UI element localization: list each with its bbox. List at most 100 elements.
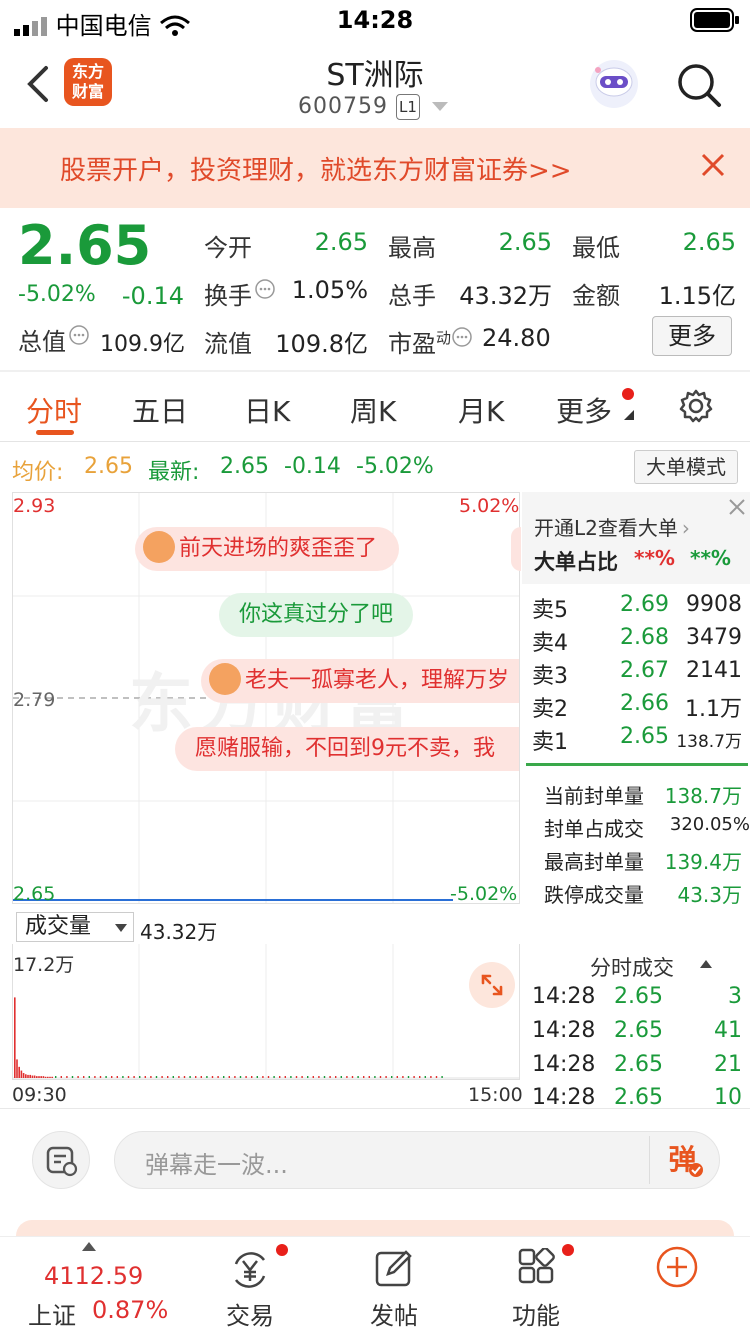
indicator-select[interactable]: 成交量	[16, 912, 134, 942]
volume-bar	[161, 1076, 163, 1078]
plus-circle-icon	[656, 1246, 698, 1288]
volume-bar	[206, 1076, 208, 1078]
comment-bar: 弹幕走一波... 弹	[0, 1108, 750, 1208]
volume-bar	[407, 1076, 410, 1078]
ticks-title[interactable]: 分时成交	[590, 952, 674, 982]
tab-intraday[interactable]: 分时	[26, 390, 82, 430]
volume-header: 成交量 43.32万	[12, 908, 520, 944]
volume-bar	[51, 1076, 53, 1078]
y-axis-top: 2.93	[13, 495, 56, 517]
expand-button[interactable]	[469, 962, 515, 1008]
volume-bar	[155, 1076, 158, 1078]
volume-bar	[167, 1076, 169, 1078]
info-icon[interactable]	[451, 326, 473, 348]
volume-bar	[29, 1074, 31, 1078]
chevron-up-icon[interactable]	[700, 960, 712, 968]
volume-bar	[273, 1076, 275, 1078]
volume-bar	[251, 1076, 253, 1078]
volume-bar	[14, 997, 16, 1078]
low-value: 2.65	[682, 228, 736, 256]
x-axis-end: 15:00	[468, 1084, 523, 1106]
banner-text[interactable]: 股票开户，投资理财，就选东方财富证券>>	[60, 150, 572, 187]
period-tabs: 分时 五日 日K 周K 月K 更多	[0, 372, 750, 442]
volume-bar	[323, 1076, 326, 1078]
intraday-chart[interactable]: 东方财富 2.93 5.02% 2.79 2.65 -5.02% 前天进场的爽歪…	[12, 492, 521, 905]
seal-stat-row: 最高封单量 139.4万	[544, 850, 742, 874]
ask-bid-divider	[526, 763, 748, 766]
danmu-bubble[interactable]: 你这真过分了吧	[219, 593, 414, 637]
last-price: 2.65	[18, 214, 152, 277]
danmu-bubble[interactable]: 前天进场的爽歪歪了	[135, 527, 400, 571]
volume-bar	[267, 1076, 270, 1078]
nav-features[interactable]: 功能	[496, 1242, 576, 1332]
tab-week-k[interactable]: 周K	[350, 390, 396, 430]
volume-bar	[295, 1076, 298, 1078]
volume-bar	[363, 1076, 365, 1078]
chevron-down-icon[interactable]	[432, 102, 448, 112]
change-value: -0.14	[121, 282, 184, 310]
big-ratio-red: **%	[634, 546, 675, 570]
ask-row: 卖1 2.65 138.7万	[532, 724, 742, 755]
open-value: 2.65	[314, 228, 368, 256]
tick-row: 14:28 2.65 21	[532, 1052, 742, 1077]
l2-link[interactable]: 开通L2查看大单 ›	[534, 512, 690, 541]
volume-bar	[189, 1076, 191, 1078]
tab-five-day[interactable]: 五日	[132, 390, 188, 430]
close-icon[interactable]	[728, 498, 746, 516]
y-axis-top-pct: 5.02%	[459, 495, 520, 517]
danmu-input[interactable]: 弹幕走一波... 弹	[114, 1131, 720, 1189]
add-watchlist-button[interactable]	[654, 1244, 704, 1294]
danmu-bubble[interactable]: 愿赌服输，不回到9元不卖，我	[175, 727, 519, 771]
volume-bar	[40, 1076, 42, 1078]
gear-icon[interactable]	[678, 388, 714, 424]
volume-bar	[116, 1076, 118, 1078]
volume-bar	[374, 1076, 376, 1078]
tab-more[interactable]: 更多	[556, 390, 612, 430]
info-icon[interactable]	[254, 278, 276, 300]
more-quote-button[interactable]: 更多	[652, 316, 732, 356]
tab-day-k[interactable]: 日K	[244, 390, 290, 430]
level-badge[interactable]: L1	[396, 94, 420, 120]
danmu-bubble[interactable]: 老夫一孤寡老人，理解万岁	[201, 659, 519, 703]
float-cap-label: 流值	[204, 330, 252, 358]
average-price-row: 均价: 2.65 最新: 2.65 -0.14 -5.02% 大单模式	[0, 442, 750, 492]
volume-bar	[33, 1075, 36, 1078]
volume-bar	[94, 1076, 96, 1078]
battery-icon	[690, 8, 739, 32]
seal-stat-row: 跌停成交量 43.3万	[544, 883, 742, 907]
close-icon[interactable]	[698, 150, 728, 180]
volume-bar	[36, 1076, 38, 1078]
nav-post[interactable]: 发帖	[354, 1242, 434, 1332]
avg-value: 2.65	[84, 454, 133, 479]
big-order-mode-button[interactable]: 大单模式	[634, 450, 738, 484]
search-icon[interactable]	[676, 62, 722, 108]
ask-row: 卖3 2.67 2141	[532, 658, 742, 689]
volume-bar	[430, 1076, 432, 1078]
volume-bar	[284, 1076, 286, 1078]
bottom-nav: 4112.59 上证 0.87% 交易 发帖 功能	[0, 1220, 750, 1334]
comment-settings-button[interactable]	[32, 1131, 90, 1189]
l2-promo[interactable]: 开通L2查看大单 › 大单占比 **% **%	[522, 492, 750, 584]
volume-bar	[139, 1076, 141, 1078]
account-open-banner[interactable]: 股票开户，投资理财，就选东方财富证券>>	[0, 128, 750, 208]
volume-bar	[83, 1076, 85, 1078]
volume-bar	[133, 1076, 135, 1078]
volume-bar	[239, 1076, 242, 1078]
ask-row: 卖5 2.69 9908	[532, 592, 742, 623]
tab-month-k[interactable]: 月K	[458, 390, 504, 430]
volume-bar	[301, 1076, 303, 1078]
index-ticker[interactable]: 4112.59 上证 0.87%	[16, 1240, 196, 1330]
y-axis-bottom-pct: -5.02%	[450, 883, 518, 905]
robot-assistant-icon[interactable]	[588, 58, 640, 110]
danmu-toggle-button[interactable]: 弹	[649, 1136, 715, 1184]
ask-row: 卖2 2.66 1.1万	[532, 691, 742, 722]
expand-icon	[481, 974, 503, 996]
nav-trade[interactable]: 交易	[210, 1242, 290, 1332]
high-label: 最高	[388, 234, 436, 262]
index-change: 0.87%	[92, 1296, 169, 1324]
volume-bar	[413, 1076, 415, 1078]
info-icon[interactable]	[68, 324, 90, 346]
volume-bar	[396, 1076, 398, 1078]
volume-bar	[368, 1076, 370, 1078]
volume-chart[interactable]: 17.2万	[12, 944, 520, 1080]
